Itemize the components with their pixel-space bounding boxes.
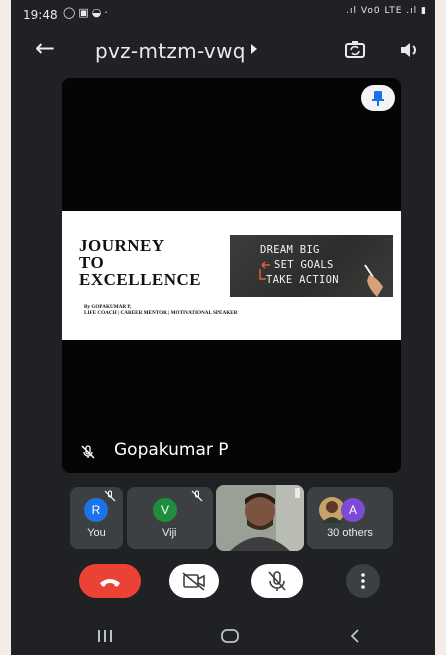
meet-screen: 19:48 ◯▣◒· .ıl Vo0 LTE .ıl ▮ ← pvz-mtzm-… xyxy=(11,0,435,655)
recents-icon[interactable] xyxy=(95,628,115,644)
slide-title: JOURNEY TO EXCELLENCE xyxy=(79,236,202,289)
mic-off-icon xyxy=(191,490,203,502)
speaker-name: Gopakumar P xyxy=(114,440,229,460)
gallery-icon: ▣ xyxy=(78,6,92,19)
avatar: V xyxy=(153,498,177,522)
caret-right-icon[interactable] xyxy=(251,44,257,54)
phone-hangup-icon xyxy=(100,579,120,587)
avatar: A xyxy=(341,498,365,522)
notification-icons: ◯▣◒· xyxy=(63,6,111,19)
slide-byline: By GOPAKUMAR P, LIFE COACH | CAREER MENT… xyxy=(84,304,238,316)
system-icons: .ıl Vo0 LTE .ıl ▮ xyxy=(346,6,427,16)
back-icon[interactable] xyxy=(347,628,363,644)
participant-label: You xyxy=(87,527,106,539)
chalk-line-2: SET GOALS xyxy=(274,259,334,271)
avatar: R xyxy=(84,498,108,522)
participant-tile-viji[interactable]: V Viji xyxy=(127,487,213,549)
chalk-note: · · · xyxy=(385,237,390,241)
participant-video-feed xyxy=(216,485,304,551)
volte-lte-icon: Vo0 LTE xyxy=(360,6,403,16)
meeting-toolbar: ← pvz-mtzm-vwq xyxy=(11,30,435,70)
video-off-icon xyxy=(182,572,205,591)
end-call-button[interactable] xyxy=(79,564,141,598)
pause-icon xyxy=(295,488,300,498)
camera-toggle-button[interactable] xyxy=(169,564,219,598)
meeting-code[interactable]: pvz-mtzm-vwq xyxy=(95,39,246,63)
pin-icon xyxy=(372,91,384,106)
signal-icon: .ıl xyxy=(406,6,418,16)
participant-label: Viji xyxy=(162,527,177,539)
chalkboard-image: · · · DREAM BIG SET GOALS TAKE ACTION xyxy=(230,235,393,297)
chalk-arrows-icon xyxy=(259,261,270,280)
participant-tile-others[interactable]: A 30 others xyxy=(307,487,393,549)
battery-icon: ▮ xyxy=(421,6,427,16)
home-icon[interactable] xyxy=(219,628,241,644)
participant-label: 30 others xyxy=(327,527,373,539)
back-arrow-icon[interactable]: ← xyxy=(35,34,55,62)
more-options-button[interactable] xyxy=(346,564,380,598)
whatsapp-icon: ◯ xyxy=(63,6,79,19)
bag-icon: ◒ xyxy=(91,6,105,19)
switch-camera-icon[interactable] xyxy=(343,38,367,62)
hand-with-chalk-icon xyxy=(364,264,383,297)
speaker-icon[interactable] xyxy=(397,38,421,62)
status-time: 19:48 xyxy=(23,8,58,22)
mic-off-icon xyxy=(268,571,286,591)
signal-icon: .ıl xyxy=(346,6,358,16)
more-vertical-icon xyxy=(361,573,365,589)
android-navbar xyxy=(11,618,435,655)
status-bar: 19:48 ◯▣◒· .ıl Vo0 LTE .ıl ▮ xyxy=(11,0,435,30)
pin-button[interactable] xyxy=(361,85,395,111)
main-video-tile[interactable]: JOURNEY TO EXCELLENCE · · · DREAM BIG SE… xyxy=(62,78,401,473)
mic-off-icon xyxy=(81,445,95,459)
mic-toggle-button[interactable] xyxy=(251,564,303,598)
dot-icon: · xyxy=(104,6,111,19)
participant-tile-you[interactable]: R You xyxy=(70,487,123,549)
participant-tile-video[interactable] xyxy=(216,485,304,551)
mic-off-icon xyxy=(104,490,116,502)
shared-slide: JOURNEY TO EXCELLENCE · · · DREAM BIG SE… xyxy=(62,211,401,340)
